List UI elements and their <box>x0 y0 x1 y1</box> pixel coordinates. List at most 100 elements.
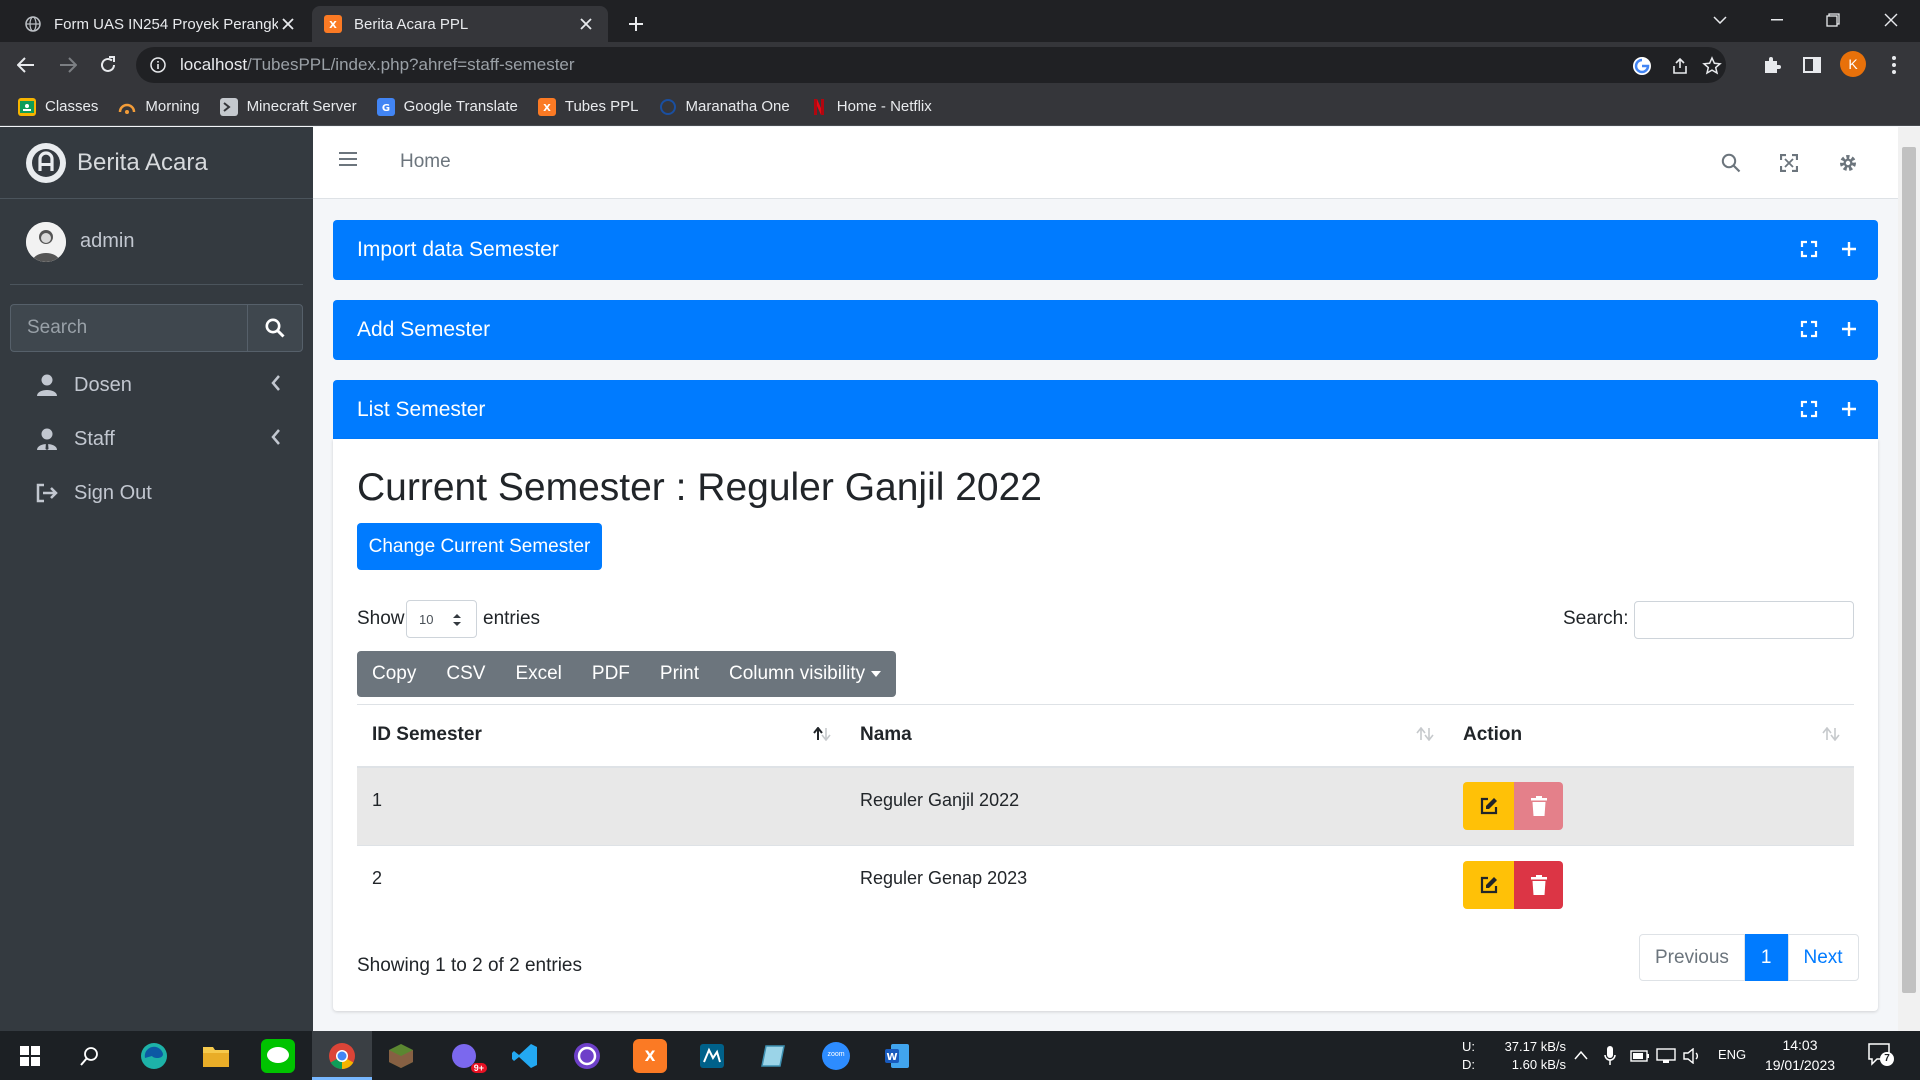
clock[interactable]: 14:03 19/01/2023 <box>1764 1035 1836 1075</box>
bookmark-netflix[interactable]: Home - Netflix <box>810 98 932 116</box>
net-up: 37.17 kB/s <box>1504 1039 1566 1054</box>
sign-out-icon <box>34 480 60 506</box>
next-page-button[interactable]: Next <box>1787 934 1859 981</box>
delete-button[interactable] <box>1514 782 1563 831</box>
pagination: Previous 1 Next <box>1639 934 1859 981</box>
column-visibility-button[interactable]: Column visibility <box>714 651 896 697</box>
language-indicator[interactable]: ENG <box>1718 1046 1746 1064</box>
close-tab-icon[interactable] <box>576 14 596 34</box>
sort-both-icon <box>1822 727 1840 741</box>
notification-icon[interactable]: 7 <box>1868 1043 1894 1067</box>
change-current-semester-button[interactable]: Change Current Semester <box>357 523 602 570</box>
battery-icon[interactable] <box>1630 1050 1650 1062</box>
chevron-up-icon[interactable] <box>1574 1050 1588 1060</box>
bookmark-label: Morning <box>145 98 200 115</box>
close-tab-icon[interactable] <box>278 14 298 34</box>
edit-button[interactable] <box>1463 861 1514 910</box>
bookmark-morning[interactable]: Morning <box>118 98 200 116</box>
minimize-icon[interactable] <box>1754 0 1800 40</box>
user-name: admin <box>80 230 135 252</box>
expand-plus-icon[interactable] <box>1840 320 1858 338</box>
copy-button[interactable]: Copy <box>357 651 431 697</box>
sidebar-search-button[interactable] <box>247 304 303 352</box>
bookmark-tubes-ppl[interactable]: X Tubes PPL <box>537 97 639 116</box>
extensions-icon[interactable] <box>1758 51 1786 79</box>
maximize-icon[interactable] <box>1800 320 1818 338</box>
column-header-nama[interactable]: Nama <box>845 704 1448 768</box>
new-tab-icon[interactable] <box>622 10 650 38</box>
sidebar-item-dosen[interactable]: Dosen <box>10 361 303 409</box>
scrollbar-thumb[interactable] <box>1902 147 1916 993</box>
menu-dots-icon[interactable] <box>1880 51 1908 79</box>
expand-plus-icon[interactable] <box>1840 240 1858 258</box>
hamburger-menu-icon[interactable] <box>339 151 357 167</box>
sidebar-search-input[interactable]: Search <box>10 304 247 352</box>
cell-action <box>1448 845 1854 925</box>
fullscreen-icon[interactable] <box>1777 151 1801 175</box>
page-length-select[interactable]: 10 <box>406 600 477 638</box>
table-search-label: Search: <box>1563 608 1629 629</box>
microphone-icon[interactable] <box>1604 1046 1616 1066</box>
sidebar-item-label: Dosen <box>74 373 132 396</box>
sidebar-item-sign-out[interactable]: Sign Out <box>10 469 303 517</box>
morning-icon <box>118 98 136 116</box>
volume-icon[interactable] <box>1683 1048 1703 1064</box>
back-icon[interactable] <box>12 51 40 79</box>
bookmark-google-translate[interactable]: G Google Translate <box>376 97 518 116</box>
svg-text:X: X <box>329 20 337 31</box>
share-icon[interactable] <box>1670 56 1690 76</box>
excel-button[interactable]: Excel <box>500 651 576 697</box>
sidebar-item-staff[interactable]: Staff <box>10 415 303 463</box>
page-scrollbar[interactable] <box>1898 127 1920 1031</box>
user-panel[interactable]: admin <box>10 199 303 285</box>
table-search-input[interactable] <box>1634 601 1854 639</box>
tab-search-icon[interactable] <box>1697 0 1743 40</box>
reload-icon[interactable] <box>94 51 122 79</box>
network-icon[interactable] <box>1656 1048 1676 1064</box>
caret-down-icon <box>871 671 882 677</box>
maximize-icon[interactable] <box>1800 240 1818 258</box>
forward-icon[interactable] <box>54 51 82 79</box>
close-window-icon[interactable] <box>1868 0 1914 40</box>
svg-text:X: X <box>543 103 551 113</box>
xampp-icon: X <box>537 97 556 116</box>
maximize-icon[interactable] <box>1800 400 1818 418</box>
bookmark-maranatha-one[interactable]: Maranatha One <box>659 98 790 116</box>
chevron-left-icon <box>271 429 281 445</box>
bookmark-classes[interactable]: Classes <box>18 97 98 116</box>
entries-label: entries <box>483 608 541 629</box>
bookmark-star-icon[interactable] <box>1702 56 1722 76</box>
bookmark-label: Tubes PPL <box>564 98 639 115</box>
browser-tab-form-uas[interactable]: Form UAS IN254 Proyek Perangk <box>12 6 310 42</box>
pdf-button[interactable]: PDF <box>577 651 645 697</box>
info-icon[interactable] <box>150 57 166 73</box>
previous-page-button[interactable]: Previous <box>1639 934 1745 981</box>
csv-button[interactable]: CSV <box>431 651 500 697</box>
column-header-label: Nama <box>860 724 912 746</box>
delete-button[interactable] <box>1514 861 1563 910</box>
cell-id: 1 <box>357 766 845 846</box>
profile-avatar[interactable]: K <box>1840 51 1866 77</box>
search-icon[interactable] <box>1719 151 1743 175</box>
column-header-id[interactable]: ID Semester <box>357 704 845 768</box>
edit-button[interactable] <box>1463 782 1514 831</box>
print-button[interactable]: Print <box>645 651 714 697</box>
gear-icon[interactable] <box>1836 151 1860 175</box>
semester-table: ID Semester Nama Action 1 Reguler Ganjil… <box>357 704 1854 925</box>
column-header-action[interactable]: Action <box>1448 704 1854 768</box>
page-1-button[interactable]: 1 <box>1744 934 1788 981</box>
search-icon <box>265 318 285 338</box>
restore-icon[interactable] <box>1810 0 1856 40</box>
bookmark-minecraft[interactable]: Minecraft Server <box>219 97 357 116</box>
nav-home-link[interactable]: Home <box>400 151 451 173</box>
column-header-label: Action <box>1463 724 1523 746</box>
page-length-value: 10 <box>419 611 434 627</box>
brand-link[interactable]: Berita Acara <box>0 127 313 199</box>
browser-tab-berita-acara[interactable]: X Berita Acara PPL <box>312 6 608 42</box>
side-panel-icon[interactable] <box>1798 51 1826 79</box>
address-bar[interactable]: localhost/TubesPPL/index.php?ahref=staff… <box>136 47 1726 83</box>
cell-id: 2 <box>357 845 845 925</box>
expand-plus-icon[interactable] <box>1840 400 1858 418</box>
brand-text: Berita Acara <box>77 148 208 176</box>
google-icon[interactable] <box>1632 56 1652 76</box>
